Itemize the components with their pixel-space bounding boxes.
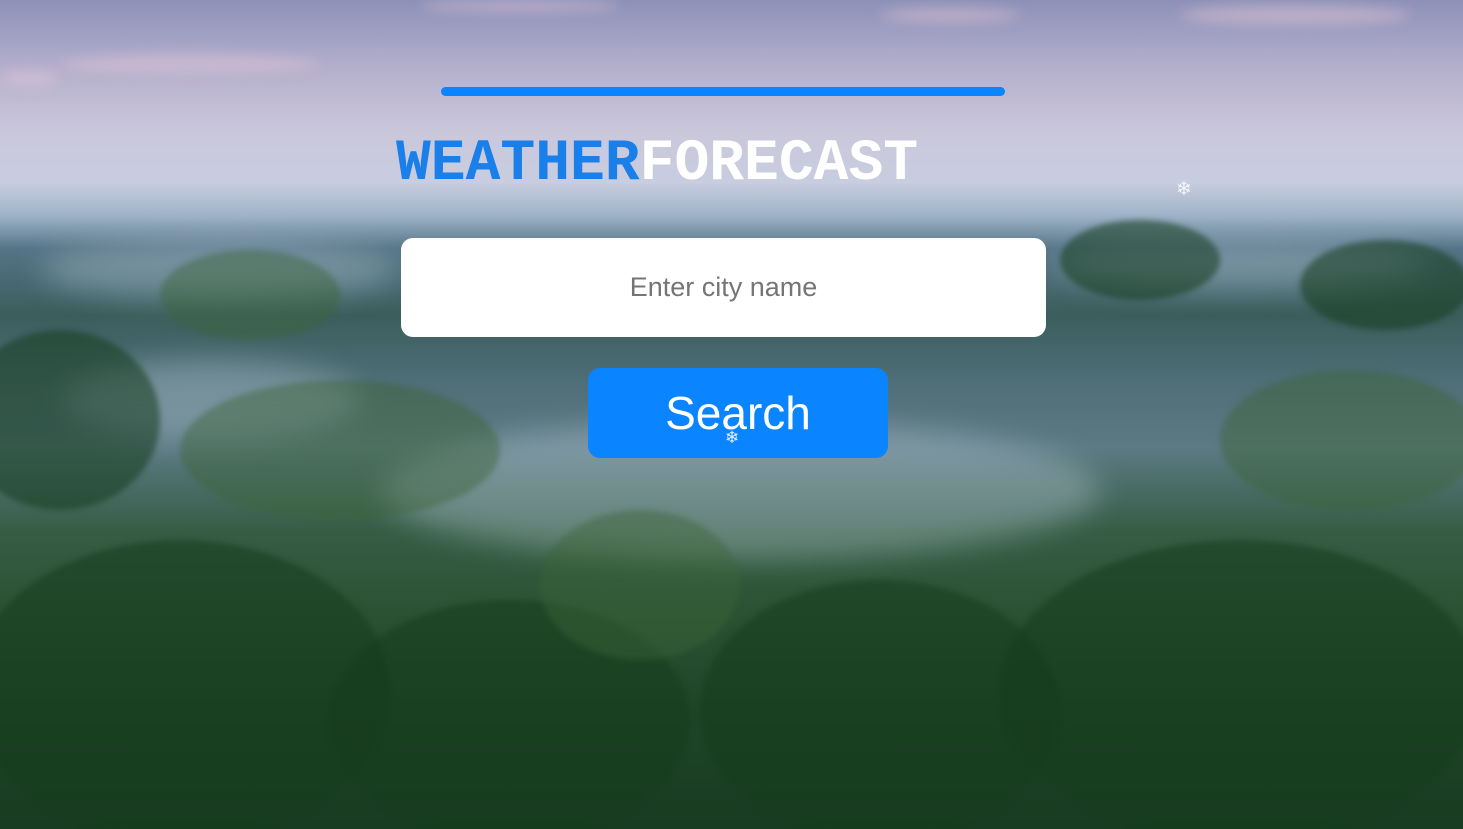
header-accent-bar	[441, 87, 1005, 96]
app-title-weather: WEATHER	[396, 132, 640, 197]
snowflake-icon: ❄	[1176, 178, 1192, 200]
tree-canopy	[1300, 240, 1463, 330]
app-title: WEATHERFORECAST	[396, 133, 1056, 197]
tree-canopy	[540, 510, 740, 660]
tree-canopy	[1000, 540, 1463, 829]
tree-canopy	[1060, 220, 1220, 300]
tree-canopy	[0, 330, 160, 510]
city-search-input[interactable]	[401, 238, 1046, 337]
app-title-forecast: FORECAST	[639, 132, 919, 197]
cloud	[420, 0, 620, 12]
tree-canopy	[1220, 370, 1463, 510]
cloud	[0, 70, 60, 86]
cloud	[880, 8, 1020, 22]
tree-canopy	[160, 250, 340, 340]
cloud	[1180, 5, 1410, 25]
snowflake-icon: ❄	[725, 428, 740, 448]
tree-canopy	[180, 380, 500, 520]
tree-canopy	[0, 540, 390, 829]
cloud	[60, 55, 320, 73]
